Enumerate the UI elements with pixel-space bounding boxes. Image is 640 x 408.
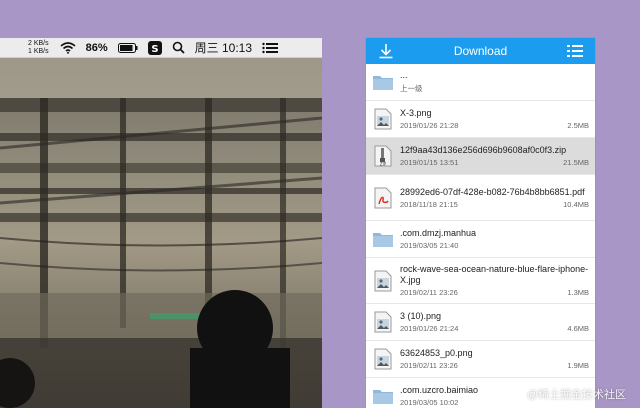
mac-menu-bar: 2 KB/s 1 KB/s 86% S 周三 10:13 — [0, 38, 322, 58]
file-date: 2019/02/11 23:26 — [400, 288, 458, 297]
file-row[interactable]: ... 上一级 — [366, 64, 595, 101]
file-date: 2019/01/15 13:51 — [400, 158, 459, 167]
folder-icon — [366, 64, 400, 100]
spotlight-search-icon[interactable] — [167, 38, 190, 58]
file-date: 2019/01/26 21:24 — [400, 324, 459, 333]
file-row[interactable]: 28992ed6-07df-428e-b082-76b4b8bb6851.pdf… — [366, 175, 595, 221]
file-name: 63624853_p0.png — [400, 348, 473, 358]
file-date: 2018/11/18 21:15 — [400, 199, 458, 209]
file-row[interactable]: .com.dmzj.manhua 2019/03/05 21:40 — [366, 221, 595, 258]
file-row[interactable]: ZIP 12f9aa43d136e256d696b9608af0c0f3.zip… — [366, 138, 595, 175]
file-row[interactable]: X-3.png 2019/01/26 21:28 2.5MB — [366, 101, 595, 138]
file-row[interactable]: 3 (10).png 2019/01/26 21:24 4.6MB — [366, 304, 595, 341]
network-speed-indicator[interactable]: 2 KB/s 1 KB/s — [0, 38, 55, 58]
file-size: 21.5MB — [563, 158, 589, 167]
file-date: 上一级 — [400, 84, 423, 93]
file-date: 2019/02/11 23:26 — [400, 361, 458, 370]
image-file-icon — [366, 258, 400, 303]
image-file-icon — [366, 304, 400, 340]
folder-icon — [366, 221, 400, 257]
download-icon[interactable] — [376, 41, 396, 61]
file-size: 4.6MB — [567, 324, 589, 333]
file-size: 2.5MB — [567, 121, 589, 130]
file-date: 2019/03/05 10:02 — [400, 398, 459, 407]
list-menu-icon[interactable] — [565, 41, 585, 61]
file-name: .com.dmzj.manhua — [400, 228, 477, 238]
desktop-wallpaper — [0, 38, 322, 408]
file-name: 28992ed6-07df-428e-b082-76b4b8bb6851.pdf — [400, 186, 585, 197]
file-name: 12f9aa43d136e256d696b9608af0c0f3.zip — [400, 145, 567, 155]
panel-title: Download — [453, 44, 508, 58]
file-size: 10.4MB — [563, 199, 589, 209]
notification-center-icon[interactable] — [257, 38, 283, 58]
file-row[interactable]: rock-wave-sea-ocean-nature-blue-flare-ip… — [366, 258, 595, 304]
file-date: 2019/03/05 21:40 — [400, 241, 459, 250]
wifi-icon[interactable] — [55, 38, 81, 58]
svg-text:ZIP: ZIP — [380, 162, 387, 167]
net-download-speed: 1 KB/s — [28, 47, 49, 55]
file-list: ... 上一级 X-3.png 2019/01/26 21:28 2.5MB Z… — [366, 64, 595, 408]
train-station-photo — [0, 58, 322, 408]
app-s-icon[interactable]: S — [143, 38, 167, 58]
file-date: 2019/01/26 21:28 — [400, 121, 459, 130]
download-file-panel: Download ... 上一级 X-3.png 2019/01/26 21:2… — [366, 38, 595, 408]
battery-icon[interactable] — [113, 38, 143, 58]
file-size: 1.9MB — [567, 361, 589, 370]
menubar-clock[interactable]: 周三 10:13 — [190, 38, 257, 58]
file-row[interactable]: 63624853_p0.png 2019/02/11 23:26 1.9MB — [366, 341, 595, 378]
net-upload-speed: 2 KB/s — [28, 39, 49, 47]
battery-percent: 86% — [85, 41, 108, 54]
svg-text:S: S — [151, 44, 158, 55]
file-size: 1.3MB — [567, 288, 589, 297]
image-file-icon — [366, 341, 400, 377]
file-name: ... — [400, 70, 408, 80]
zip-file-icon: ZIP — [366, 138, 400, 174]
panel-header: Download — [366, 38, 595, 64]
file-name: rock-wave-sea-ocean-nature-blue-flare-ip… — [400, 264, 589, 285]
file-name: X-3.png — [400, 108, 432, 118]
image-file-icon — [366, 101, 400, 137]
folder-icon — [366, 378, 400, 408]
watermark-text: @稀土掘金技术社区 — [526, 389, 626, 401]
file-name: 3 (10).png — [400, 311, 442, 321]
pdf-file-icon — [366, 175, 400, 220]
